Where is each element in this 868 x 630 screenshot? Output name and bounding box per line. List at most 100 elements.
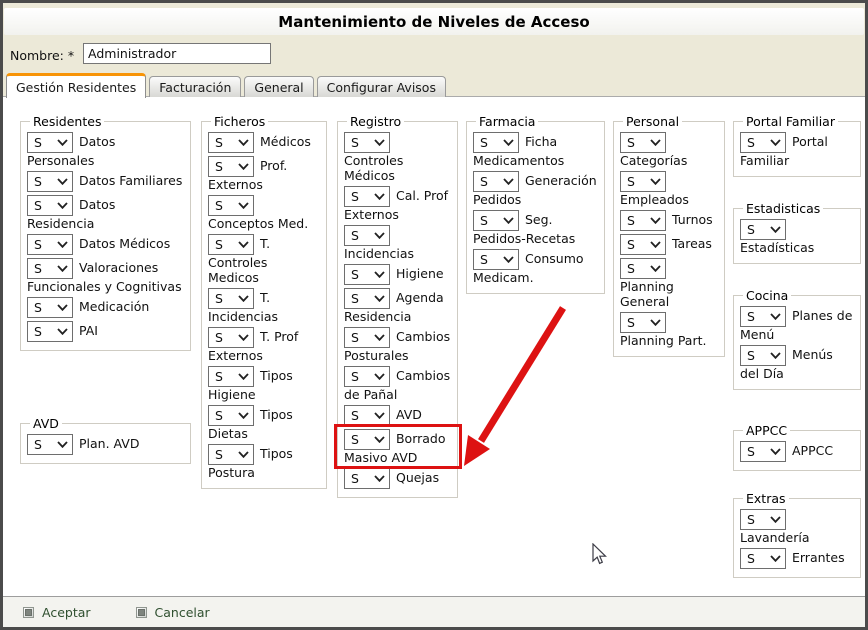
accept-button[interactable]: Aceptar	[23, 605, 91, 620]
tab-general[interactable]: General	[244, 76, 313, 97]
access-level-select[interactable]: S	[620, 210, 666, 231]
permission-item: S Quejas	[344, 468, 451, 489]
access-level-select[interactable]: S	[740, 548, 786, 569]
access-level-select[interactable]: S	[208, 405, 254, 426]
access-level-select[interactable]: S	[27, 297, 73, 318]
access-level-select[interactable]: S	[344, 225, 390, 246]
permission-item: S Portal Familiar	[740, 132, 854, 168]
group-legend: Residentes	[30, 114, 104, 129]
access-level-select[interactable]: S	[473, 171, 519, 192]
access-level-select[interactable]: S	[344, 366, 390, 387]
access-level-select[interactable]: S	[620, 234, 666, 255]
access-level-select[interactable]: S	[27, 195, 73, 216]
cancel-icon	[136, 607, 147, 618]
chevron-down-icon	[770, 139, 781, 146]
chevron-down-icon	[57, 441, 68, 448]
permission-item: S Categorías	[620, 132, 718, 168]
permission-label: Médicos	[260, 134, 311, 149]
chevron-down-icon	[57, 265, 68, 272]
access-level-select[interactable]: S	[740, 345, 786, 366]
permission-item: S T. Prof Externos	[208, 327, 320, 363]
chevron-down-icon	[238, 412, 249, 419]
access-level-select[interactable]: S	[473, 132, 519, 153]
group-legend: Ficheros	[211, 114, 268, 129]
access-level-select[interactable]: S	[208, 195, 254, 216]
permission-item: S Controles Médicos	[344, 132, 451, 183]
permission-item: S Tipos Dietas	[208, 405, 320, 441]
access-level-select[interactable]: S	[620, 132, 666, 153]
access-level-select[interactable]: S	[208, 327, 254, 348]
permission-label: Incidencias	[344, 246, 414, 261]
permission-item: S Planes de Menú	[740, 306, 854, 342]
access-level-select[interactable]: S	[473, 210, 519, 231]
group-legend: Cocina	[743, 288, 791, 303]
level-select-value: S	[351, 189, 359, 204]
chevron-down-icon	[650, 319, 661, 326]
access-level-select[interactable]: S	[344, 405, 390, 426]
level-select-value: S	[627, 261, 635, 276]
access-level-select[interactable]: S	[344, 186, 390, 207]
access-level-select[interactable]: S	[344, 132, 390, 153]
level-select-value: S	[34, 300, 42, 315]
cancel-label: Cancelar	[155, 605, 210, 620]
access-level-select[interactable]: S	[473, 249, 519, 270]
access-level-select[interactable]: S	[620, 171, 666, 192]
permission-item: S Cambios de Pañal	[344, 366, 451, 402]
level-select-value: S	[627, 237, 635, 252]
access-level-select[interactable]: S	[27, 434, 73, 455]
permission-label: Turnos	[672, 212, 713, 227]
chevron-down-icon	[770, 516, 781, 523]
permission-item: S Tipos Higiene	[208, 366, 320, 402]
permission-item: S Plan. AVD	[27, 434, 184, 455]
access-level-select[interactable]: S	[208, 156, 254, 177]
access-level-select[interactable]: S	[620, 312, 666, 333]
level-select-value: S	[34, 261, 42, 276]
permission-item: S Turnos	[620, 210, 718, 231]
chevron-down-icon	[238, 202, 249, 209]
access-level-select[interactable]: S	[27, 258, 73, 279]
access-level-select[interactable]: S	[27, 132, 73, 153]
level-select-value: S	[351, 291, 359, 306]
access-level-select[interactable]: S	[208, 444, 254, 465]
access-level-select[interactable]: S	[344, 288, 390, 309]
access-level-select[interactable]: S	[344, 327, 390, 348]
access-level-select[interactable]: S	[740, 132, 786, 153]
permission-item: S T. Incidencias	[208, 288, 320, 324]
access-level-select[interactable]: S	[740, 219, 786, 240]
group-personal: PersonalS CategoríasS EmpleadosS TurnosS…	[613, 114, 725, 357]
permission-item: S Conceptos Med.	[208, 195, 320, 231]
chevron-down-icon	[374, 139, 385, 146]
access-level-select[interactable]: S	[27, 321, 73, 342]
level-select-value: S	[34, 135, 42, 150]
group-legend: Farmacia	[476, 114, 538, 129]
permission-item: S Datos Médicos	[27, 234, 184, 255]
access-level-select[interactable]: S	[344, 429, 390, 450]
cancel-button[interactable]: Cancelar	[136, 605, 210, 620]
access-level-select[interactable]: S	[208, 288, 254, 309]
level-select-value: S	[747, 551, 755, 566]
access-level-select[interactable]: S	[620, 258, 666, 279]
tab-gesti-n-residentes[interactable]: Gestión Residentes	[6, 73, 146, 98]
access-level-select[interactable]: S	[344, 264, 390, 285]
permission-item: S Ficha Medicamentos	[473, 132, 598, 168]
access-level-select[interactable]: S	[208, 234, 254, 255]
tab-configurar-avisos[interactable]: Configurar Avisos	[317, 76, 446, 97]
group-legend: Portal Familiar	[743, 114, 838, 129]
access-level-select[interactable]: S	[208, 132, 254, 153]
permission-label: APPCC	[792, 443, 833, 458]
tab-facturaci-n[interactable]: Facturación	[149, 76, 241, 97]
permission-label: PAI	[79, 323, 98, 338]
chevron-down-icon	[57, 139, 68, 146]
level-select-value: S	[351, 267, 359, 282]
chevron-down-icon	[650, 178, 661, 185]
group-extras: ExtrasS LavanderíaS Errantes	[733, 491, 861, 578]
access-level-select[interactable]: S	[27, 171, 73, 192]
access-level-select[interactable]: S	[740, 441, 786, 462]
access-level-select[interactable]: S	[27, 234, 73, 255]
access-level-select[interactable]: S	[740, 306, 786, 327]
level-select-value: S	[747, 512, 755, 527]
access-level-select[interactable]: S	[208, 366, 254, 387]
access-level-select[interactable]: S	[344, 468, 390, 489]
access-level-select[interactable]: S	[740, 509, 786, 530]
name-input[interactable]	[83, 43, 271, 64]
